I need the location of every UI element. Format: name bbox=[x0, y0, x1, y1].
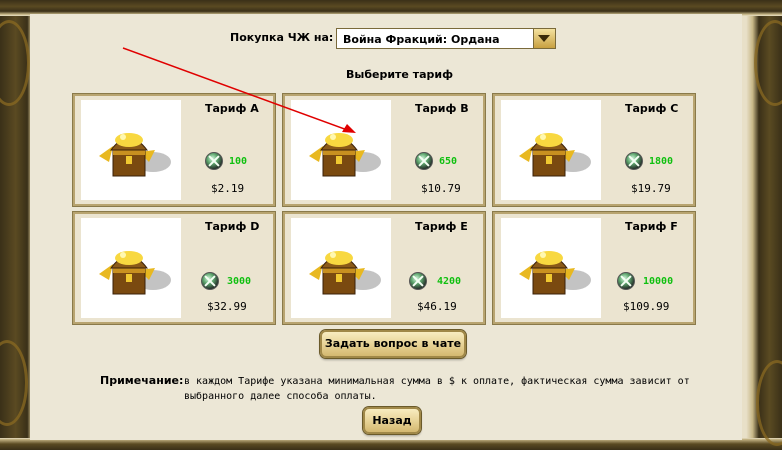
annotation-arrow-icon bbox=[122, 47, 356, 133]
